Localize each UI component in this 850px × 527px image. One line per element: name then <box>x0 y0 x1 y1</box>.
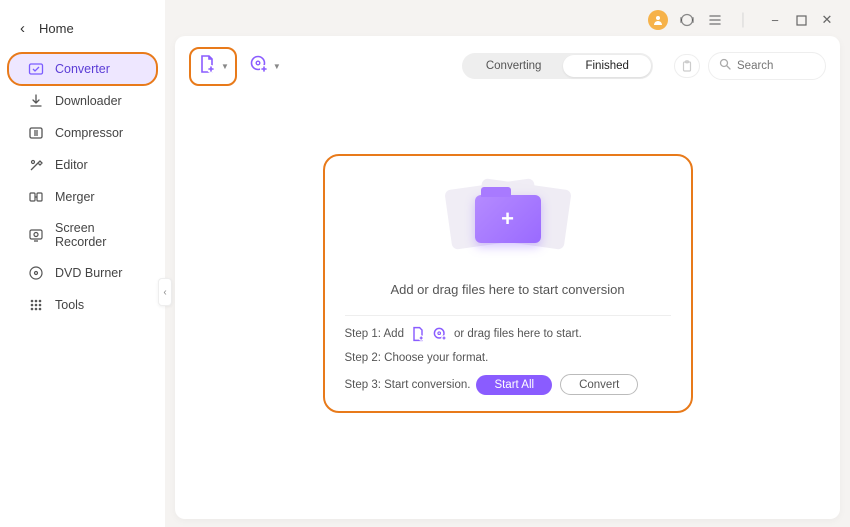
tools-icon <box>28 297 44 313</box>
step-1: Step 1: Add or drag files here to start. <box>345 326 671 342</box>
dvd-icon <box>28 265 44 281</box>
sidebar-item-merger[interactable]: Merger <box>8 181 157 213</box>
sidebar-item-dvd-burner[interactable]: DVD Burner <box>8 257 157 289</box>
sidebar-item-screen-recorder[interactable]: Screen Recorder <box>8 213 157 257</box>
editor-icon <box>28 157 44 173</box>
sidebar-item-label: Screen Recorder <box>55 221 143 249</box>
drop-title: Add or drag files here to start conversi… <box>390 282 624 297</box>
add-disc-icon <box>249 54 269 79</box>
chevron-down-icon: ▼ <box>273 62 281 71</box>
add-file-button[interactable]: ▼ <box>189 47 237 86</box>
step1-post: or drag files here to start. <box>454 328 582 340</box>
sidebar-item-downloader[interactable]: Downloader <box>8 85 157 117</box>
maximize-button[interactable] <box>794 13 808 27</box>
main: | − ✕ ▼ ▼ C <box>165 0 850 527</box>
add-disc-button[interactable]: ▼ <box>243 49 287 84</box>
divider-icon: | <box>734 11 752 29</box>
toolbar: ▼ ▼ Converting Finished <box>189 46 826 86</box>
sidebar-item-converter[interactable]: Converter <box>8 53 157 85</box>
clipboard-button[interactable] <box>674 54 700 78</box>
start-all-button[interactable]: Start All <box>476 375 552 395</box>
minimize-button[interactable]: − <box>768 13 782 27</box>
sidebar-item-label: Merger <box>55 190 95 204</box>
chevron-down-icon: ▼ <box>221 62 229 71</box>
home-label: Home <box>39 21 74 36</box>
converter-icon <box>28 61 44 77</box>
sidebar: ‹ Home Converter Downloader Compressor E… <box>0 0 165 527</box>
screen-recorder-icon <box>28 227 44 243</box>
tab-segment: Converting Finished <box>462 53 653 79</box>
add-disc-icon[interactable] <box>432 326 448 342</box>
add-file-icon[interactable] <box>410 326 426 342</box>
step1-pre: Step 1: Add <box>345 328 404 340</box>
search-box[interactable] <box>708 52 826 80</box>
tab-converting[interactable]: Converting <box>464 55 564 77</box>
menu-icon[interactable] <box>706 11 724 29</box>
back-icon: ‹ <box>20 20 25 37</box>
sidebar-item-label: DVD Burner <box>55 266 122 280</box>
steps: Step 1: Add or drag files here to start.… <box>345 326 671 395</box>
sidebar-item-label: Converter <box>55 62 110 76</box>
titlebar: | − ✕ <box>175 8 840 34</box>
step-2: Step 2: Choose your format. <box>345 352 671 364</box>
home-nav[interactable]: ‹ Home <box>0 10 165 51</box>
sidebar-item-editor[interactable]: Editor <box>8 149 157 181</box>
sidebar-item-label: Downloader <box>55 94 122 108</box>
divider <box>345 315 671 316</box>
merger-icon <box>28 189 44 205</box>
add-file-icon <box>197 54 217 79</box>
support-icon[interactable] <box>678 11 696 29</box>
step-3: Step 3: Start conversion. Start All Conv… <box>345 374 671 395</box>
sidebar-item-compressor[interactable]: Compressor <box>8 117 157 149</box>
close-button[interactable]: ✕ <box>820 13 834 27</box>
content-card: ▼ ▼ Converting Finished <box>175 36 840 519</box>
search-input[interactable] <box>737 60 815 72</box>
plus-icon: + <box>501 206 514 232</box>
user-avatar-icon[interactable] <box>648 10 668 30</box>
search-icon <box>719 57 731 75</box>
tab-finished[interactable]: Finished <box>563 55 650 77</box>
sidebar-item-label: Editor <box>55 158 88 172</box>
convert-button[interactable]: Convert <box>560 374 638 395</box>
download-icon <box>28 93 44 109</box>
drop-area[interactable]: + Add or drag files here to start conver… <box>323 154 693 413</box>
sidebar-item-label: Tools <box>55 298 84 312</box>
folder-illustration: + <box>438 174 578 264</box>
compressor-icon <box>28 125 44 141</box>
step3-label: Step 3: Start conversion. <box>345 379 471 391</box>
sidebar-item-label: Compressor <box>55 126 123 140</box>
sidebar-item-tools[interactable]: Tools <box>8 289 157 321</box>
